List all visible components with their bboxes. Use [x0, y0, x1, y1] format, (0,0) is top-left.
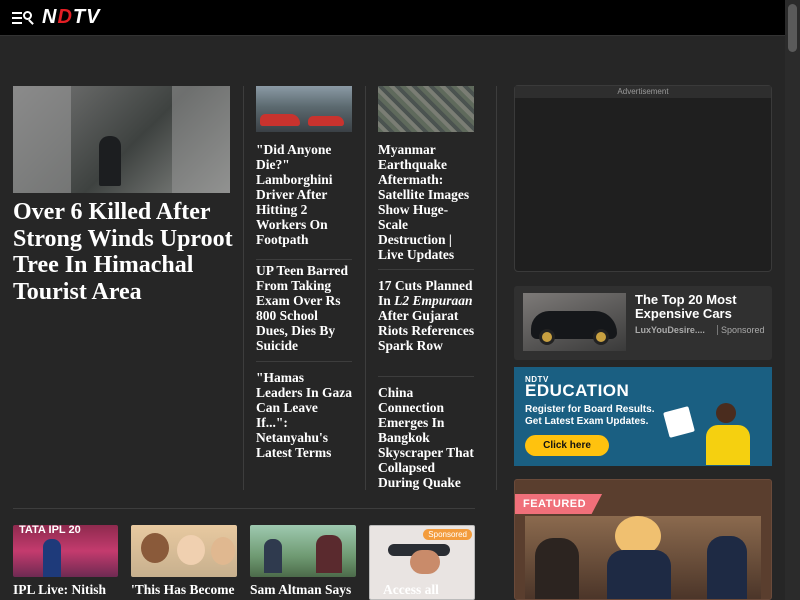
education-banner[interactable]: NDTV EDUCATION Register for Board Result… — [514, 367, 772, 466]
story-link[interactable]: 17 Cuts Planned In L2 Empuraan After Guj… — [378, 278, 476, 353]
edu-text-line: Get Latest Exam Updates. — [525, 416, 649, 427]
menu-search-icon[interactable] — [12, 10, 34, 26]
story-link[interactable]: IPL Live: Nitish — [13, 582, 106, 598]
ndtv-logo[interactable]: NDTV — [42, 6, 100, 29]
featured-card[interactable]: FEATURED — [514, 479, 772, 600]
story-link[interactable]: Access all — [383, 582, 439, 598]
story-link[interactable]: "Hamas Leaders In Gaza Can Leave If...":… — [256, 370, 352, 460]
click-here-button[interactable]: Click here — [525, 435, 609, 456]
student-illustration — [716, 403, 736, 423]
top-nav-bar: NDTV — [0, 0, 785, 36]
illustration-thumbnail[interactable] — [131, 525, 237, 577]
satellite-image-thumbnail[interactable] — [378, 86, 474, 132]
advertisement-label: Advertisement — [515, 86, 771, 98]
student-body-illustration — [706, 425, 750, 465]
edu-brand-title: EDUCATION — [525, 381, 630, 400]
scroll-thumb[interactable] — [788, 4, 797, 52]
ghibli-style-thumbnail[interactable] — [250, 525, 356, 577]
story-link[interactable]: UP Teen Barred From Taking Exam Over Rs … — [256, 263, 352, 353]
story-link[interactable]: Sam Altman Says — [250, 582, 351, 598]
story-divider — [256, 259, 352, 260]
section-divider — [13, 508, 475, 509]
story-link[interactable]: China Connection Emerges In Bangkok Skys… — [378, 385, 476, 490]
story-divider — [378, 376, 474, 377]
column-divider — [243, 86, 244, 490]
sponsored-tag: Sponsored — [717, 325, 765, 335]
column-divider — [365, 86, 366, 490]
scrollbar[interactable] — [785, 0, 800, 600]
sponsored-title[interactable]: The Top 20 Most Expensive Cars — [635, 293, 767, 321]
ipl-thumbnail[interactable]: TATA IPL 20 — [13, 525, 118, 577]
exam-paper-icon — [663, 406, 695, 438]
sponsored-card[interactable]: The Top 20 Most Expensive Cars LuxYouDes… — [514, 286, 772, 360]
sports-car-image[interactable] — [523, 293, 626, 351]
featured-illustration[interactable] — [525, 516, 761, 599]
hero-headline[interactable]: Over 6 Killed After Strong Winds Uproot … — [13, 199, 238, 305]
story-divider — [378, 269, 474, 270]
column-divider — [496, 86, 497, 490]
story-link[interactable]: "Did Anyone Die?" Lamborghini Driver Aft… — [256, 142, 352, 247]
story-divider — [256, 361, 352, 362]
lamborghini-thumbnail[interactable] — [256, 86, 352, 132]
featured-tag: FEATURED — [515, 494, 603, 514]
story-link[interactable]: Myanmar Earthquake Aftermath: Satellite … — [378, 142, 476, 262]
sponsored-badge: Sponsored — [423, 529, 472, 540]
story-link[interactable]: 'This Has Become — [131, 582, 235, 598]
sponsored-source: LuxYouDesire.... — [635, 325, 705, 335]
hero-image[interactable] — [13, 86, 230, 193]
edu-text-line: Register for Board Results. — [525, 404, 655, 415]
advertisement-slot[interactable]: Advertisement — [514, 85, 772, 272]
